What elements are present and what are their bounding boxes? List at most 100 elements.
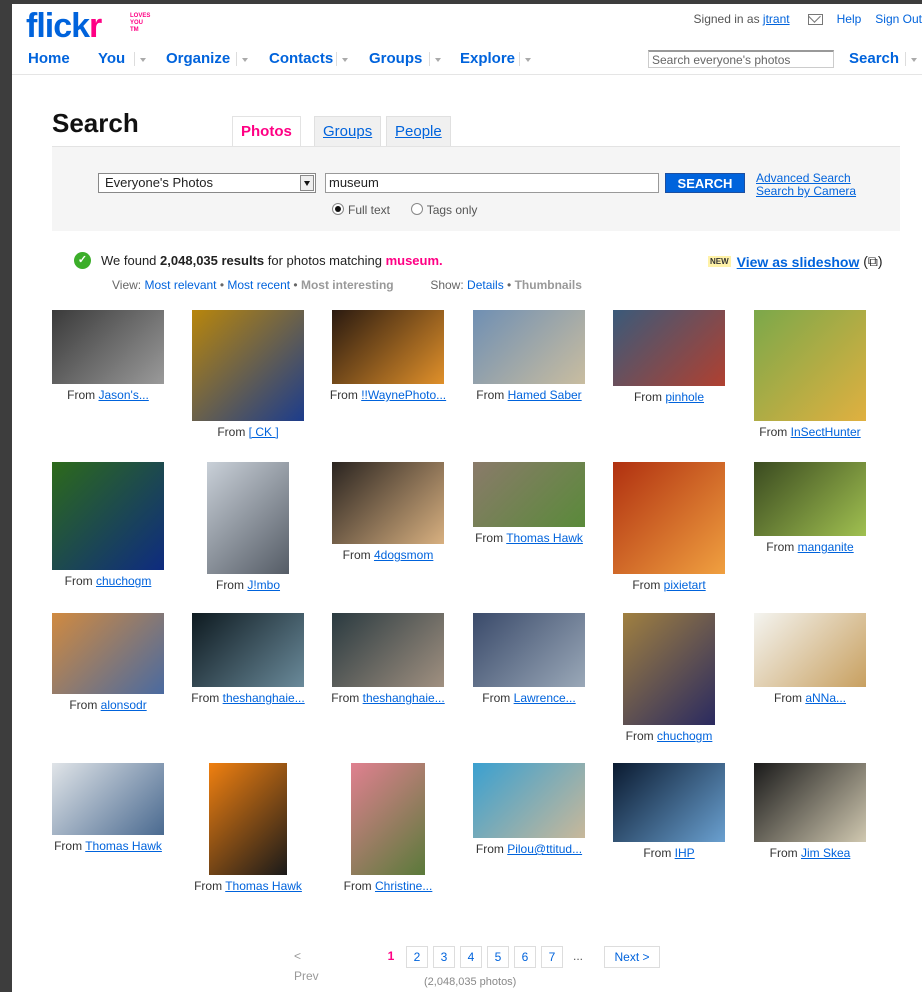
photo-thumbnail[interactable]: [473, 462, 585, 527]
show-thumbnails[interactable]: Thumbnails: [515, 278, 582, 292]
author-link[interactable]: [ CK ]: [249, 425, 279, 439]
author-link[interactable]: alonsodr: [101, 698, 147, 712]
photo-thumbnail[interactable]: [192, 613, 304, 687]
prev-page-button[interactable]: < Prev: [294, 946, 319, 986]
nav-search-dropdown[interactable]: [905, 52, 920, 66]
photo-result: From Christine...: [320, 763, 456, 893]
tab-photos[interactable]: Photos: [232, 116, 301, 147]
nav-home[interactable]: Home: [28, 50, 70, 67]
flickr-logo[interactable]: flickr LOVES YOU TM: [26, 7, 150, 45]
photo-thumbnail[interactable]: [754, 613, 866, 687]
author-link[interactable]: Christine...: [375, 879, 432, 893]
author-link[interactable]: Hamed Saber: [508, 388, 582, 402]
author-link[interactable]: Thomas Hawk: [85, 839, 162, 853]
photo-thumbnail[interactable]: [332, 310, 444, 384]
tags-only-radio[interactable]: [410, 203, 423, 215]
page-6[interactable]: 6: [514, 946, 536, 968]
sort-most-recent[interactable]: Most recent: [227, 278, 290, 292]
caption-from: From: [342, 548, 374, 562]
page-2[interactable]: 2: [406, 946, 428, 968]
photo-thumbnail[interactable]: [52, 462, 164, 570]
page-4[interactable]: 4: [460, 946, 482, 968]
author-link[interactable]: manganite: [798, 540, 854, 554]
nav-groups-dropdown[interactable]: [429, 52, 444, 66]
photo-thumbnail[interactable]: [192, 310, 304, 421]
author-link[interactable]: Jason's...: [99, 388, 149, 402]
photo-thumbnail[interactable]: [613, 763, 725, 842]
author-link[interactable]: chuchogm: [657, 729, 712, 743]
search-by-camera-link[interactable]: Search by Camera: [756, 185, 856, 198]
search-input[interactable]: museum: [325, 173, 659, 193]
photo-thumbnail[interactable]: [754, 763, 866, 842]
nav-organize[interactable]: Organize: [166, 50, 230, 67]
nav-you[interactable]: You: [98, 50, 125, 67]
scope-select[interactable]: Everyone's Photos: [98, 173, 316, 193]
caption-from: From: [194, 879, 226, 893]
sign-out-link[interactable]: Sign Out: [875, 12, 922, 26]
nav-you-dropdown[interactable]: [134, 52, 149, 66]
page-3[interactable]: 3: [433, 946, 455, 968]
author-link[interactable]: Thomas Hawk: [506, 531, 583, 545]
author-link[interactable]: aNNa...: [805, 691, 846, 705]
photo-thumbnail[interactable]: [332, 462, 444, 544]
author-link[interactable]: Lawrence...: [514, 691, 576, 705]
next-page-button[interactable]: Next >: [604, 946, 660, 968]
photo-thumbnail[interactable]: [613, 462, 725, 574]
search-button[interactable]: SEARCH: [665, 173, 745, 193]
author-link[interactable]: Pilou@ttitud...: [507, 842, 582, 856]
tab-people[interactable]: People: [386, 116, 451, 147]
photo-thumbnail[interactable]: [52, 763, 164, 835]
sort-most-relevant[interactable]: Most relevant: [144, 278, 216, 292]
author-link[interactable]: InSectHunter: [791, 425, 861, 439]
photo-thumbnail[interactable]: [351, 763, 425, 875]
photo-thumbnail[interactable]: [623, 613, 715, 725]
tab-groups[interactable]: Groups: [314, 116, 382, 147]
author-link[interactable]: chuchogm: [96, 574, 151, 588]
photo-caption: From [ CK ]: [180, 425, 316, 439]
photo-thumbnail[interactable]: [52, 613, 164, 694]
page-5[interactable]: 5: [487, 946, 509, 968]
photo-thumbnail[interactable]: [207, 462, 289, 574]
author-link[interactable]: J!mbo: [247, 578, 280, 592]
author-link[interactable]: theshanghaie...: [223, 691, 305, 705]
photo-thumbnail[interactable]: [754, 310, 866, 421]
photo-thumbnail[interactable]: [332, 613, 444, 687]
mail-icon[interactable]: [807, 13, 823, 25]
nav-organize-dropdown[interactable]: [236, 52, 251, 66]
nav-groups[interactable]: Groups: [369, 50, 422, 67]
show-details[interactable]: Details: [467, 278, 504, 292]
photo-thumbnail[interactable]: [613, 310, 725, 386]
author-link[interactable]: !!WaynePhoto...: [361, 388, 446, 402]
photo-thumbnail[interactable]: [754, 462, 866, 536]
photo-thumbnail[interactable]: [473, 613, 585, 687]
photo-thumbnail[interactable]: [209, 763, 287, 875]
nav-explore-dropdown[interactable]: [519, 52, 534, 66]
username-link[interactable]: jtrant: [763, 12, 790, 26]
nav-contacts[interactable]: Contacts: [269, 50, 333, 67]
photo-thumbnail[interactable]: [52, 310, 164, 384]
author-link[interactable]: Thomas Hawk: [225, 879, 302, 893]
author-link[interactable]: 4dogsmom: [374, 548, 433, 562]
help-link[interactable]: Help: [837, 12, 862, 26]
author-link[interactable]: theshanghaie...: [363, 691, 445, 705]
signed-in-label: Signed in as jtrant: [693, 12, 790, 26]
author-link[interactable]: Jim Skea: [801, 846, 850, 860]
author-link[interactable]: pinhole: [665, 390, 704, 404]
photo-caption: From manganite: [742, 540, 878, 554]
results-count: 2,048,035 results: [160, 253, 265, 268]
photo-result: From IHP: [601, 763, 737, 860]
caption-from: From: [64, 574, 96, 588]
slideshow-link[interactable]: View as slideshow: [737, 254, 860, 270]
sort-most-interesting[interactable]: Most interesting: [301, 278, 394, 292]
full-text-radio[interactable]: [332, 203, 344, 215]
photo-thumbnail[interactable]: [473, 310, 585, 384]
nav-search-button[interactable]: Search: [849, 50, 899, 67]
nav-explore[interactable]: Explore: [460, 50, 515, 67]
nav-search-input[interactable]: Search everyone's photos: [648, 50, 834, 68]
nav-contacts-dropdown[interactable]: [336, 52, 351, 66]
author-link[interactable]: pixietart: [664, 578, 706, 592]
photo-caption: From pinhole: [601, 390, 737, 404]
photo-thumbnail[interactable]: [473, 763, 585, 838]
author-link[interactable]: IHP: [675, 846, 695, 860]
page-7[interactable]: 7: [541, 946, 563, 968]
